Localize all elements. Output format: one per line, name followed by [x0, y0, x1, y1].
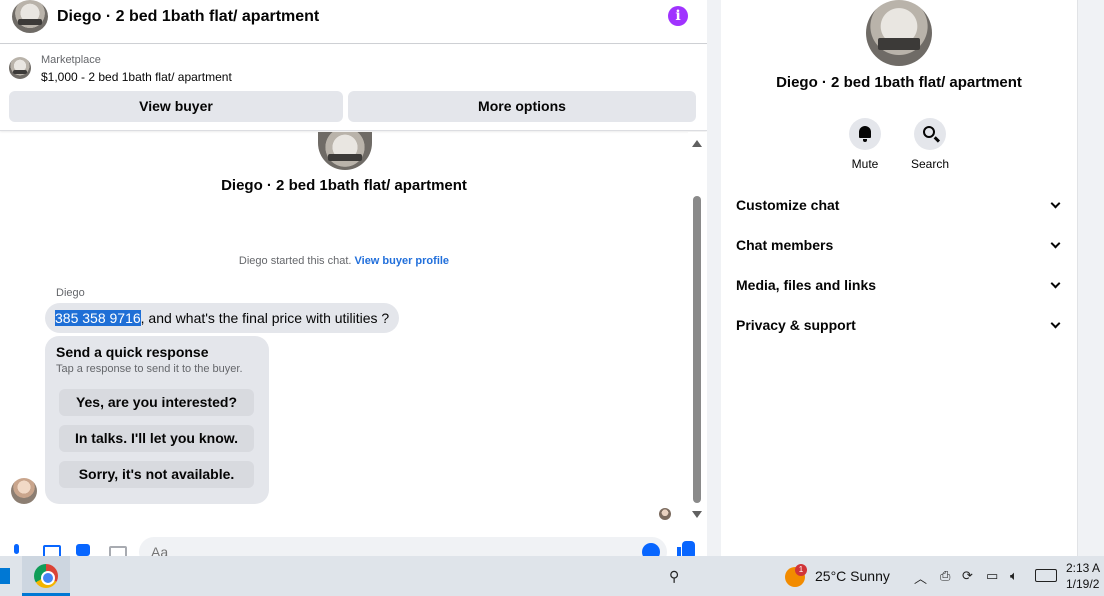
chat-started-text: Diego started this chat. — [238, 255, 352, 267]
meet-now-icon[interactable]: ⎙ — [940, 568, 950, 584]
network-icon[interactable]: ▭ — [986, 568, 998, 584]
quick-response-yes-button[interactable]: Yes, are you interested? — [59, 389, 254, 416]
marketplace-listing[interactable]: $1,000 - 2 bed 1bath flat/ apartment — [41, 70, 232, 84]
highlighted-phone-number[interactable]: 385 358 9716 — [55, 310, 141, 326]
message-text: , and what's the final price with utilit… — [140, 310, 390, 326]
chat-started-notice: Diego started this chat. View buyer prof… — [0, 255, 688, 267]
customize-chat-row[interactable]: Customize chat — [736, 197, 1063, 217]
emoji-icon[interactable] — [642, 543, 660, 556]
seen-indicator-avatar — [659, 508, 671, 520]
customize-chat-label: Customize chat — [736, 197, 840, 213]
volume-icon[interactable]: 🔈︎ — [1010, 568, 1018, 584]
chat-members-label: Chat members — [736, 237, 834, 253]
buyer-avatar[interactable] — [11, 478, 37, 504]
view-buyer-button[interactable]: View buyer — [9, 91, 343, 122]
search-circle[interactable] — [914, 118, 946, 150]
message-thread: Diego · 2 bed 1bath flat/ apartment Dieg… — [0, 132, 688, 520]
scrollbar-thumb[interactable] — [693, 196, 701, 503]
marketplace-bar: Marketplace $1,000 - 2 bed 1bath flat/ a… — [0, 45, 707, 131]
mute-label: Mute — [851, 157, 879, 171]
quick-response-in-talks-button[interactable]: In talks. I'll let you know. — [59, 425, 254, 452]
chat-details-pane: Diego · 2 bed 1bath flat/ apartment Mute… — [721, 0, 1077, 556]
chevron-down-icon — [1050, 198, 1061, 209]
chat-header: Diego · 2 bed 1bath flat/ apartment i — [0, 0, 707, 44]
gif-icon[interactable] — [108, 542, 127, 556]
mute-circle[interactable] — [849, 118, 881, 150]
windows-start-icon[interactable] — [0, 568, 10, 584]
chevron-down-icon — [1050, 318, 1061, 329]
scroll-down-arrow-icon[interactable] — [692, 511, 702, 518]
clock-date: 1/19/2 — [1066, 577, 1100, 591]
thread-avatar — [318, 132, 372, 170]
details-title: Diego · 2 bed 1bath flat/ apartment — [776, 74, 1022, 91]
search-label: Search — [910, 157, 950, 171]
info-icon[interactable]: i — [668, 6, 688, 26]
thumbs-up-icon[interactable] — [677, 541, 695, 556]
message-composer — [0, 534, 707, 556]
thread-title: Diego · 2 bed 1bath flat/ apartment — [221, 177, 467, 194]
quick-response-not-available-button[interactable]: Sorry, it's not available. — [59, 461, 254, 488]
keyboard-icon[interactable] — [1035, 569, 1057, 582]
scroll-up-arrow-icon[interactable] — [692, 140, 702, 147]
photo-icon[interactable] — [42, 542, 61, 556]
taskbar-chrome-button[interactable] — [22, 556, 70, 596]
mute-button[interactable]: Mute — [835, 118, 895, 171]
clock-time: 2:13 A — [1066, 561, 1101, 575]
more-options-button[interactable]: More options — [348, 91, 696, 122]
sender-name: Diego — [56, 287, 85, 299]
tray-overflow-chevron-icon[interactable]: ︿ — [914, 568, 927, 587]
media-files-links-label: Media, files and links — [736, 277, 877, 293]
screen: Diego · 2 bed 1bath flat/ apartment i Ma… — [0, 0, 1104, 596]
quick-response-title: Send a quick response — [56, 344, 209, 360]
media-files-links-row[interactable]: Media, files and links — [736, 277, 1063, 297]
update-icon[interactable]: ⟳ — [962, 568, 973, 584]
chrome-icon — [34, 564, 58, 588]
listing-avatar[interactable] — [12, 0, 48, 33]
chat-members-row[interactable]: Chat members — [736, 237, 1063, 257]
people-icon[interactable]: ⚲ — [669, 568, 679, 585]
weather-alert-badge: 1 — [795, 564, 807, 576]
quick-response-card: Send a quick response Tap a response to … — [45, 336, 269, 504]
chat-title[interactable]: Diego · 2 bed 1bath flat/ apartment — [57, 8, 319, 26]
chat-pane: Diego · 2 bed 1bath flat/ apartment i Ma… — [0, 0, 707, 556]
system-clock[interactable]: 2:13 A 1/19/2 — [1066, 560, 1104, 592]
sticker-icon[interactable] — [75, 542, 91, 556]
search-icon — [923, 126, 935, 138]
chevron-down-icon — [1050, 278, 1061, 289]
microphone-icon[interactable] — [9, 542, 25, 556]
message-bubble[interactable]: 385 358 9716, and what's the final price… — [45, 303, 400, 333]
marketplace-listing-thumbnail — [9, 57, 31, 79]
privacy-support-label: Privacy & support — [736, 317, 856, 333]
taskbar: ⚲ 1 25°C Sunny ︿ ⎙ ⟳ ▭ 🔈︎ 2:13 A 1/19/2 — [0, 556, 1104, 596]
privacy-support-row[interactable]: Privacy & support — [736, 317, 1063, 337]
message-input[interactable] — [139, 537, 667, 556]
details-avatar — [866, 0, 932, 66]
chevron-down-icon — [1050, 238, 1061, 249]
scrollbar[interactable] — [688, 132, 707, 522]
search-button[interactable]: Search — [900, 118, 960, 171]
quick-response-subtitle: Tap a response to send it to the buyer. — [56, 363, 243, 375]
bell-icon — [859, 126, 871, 142]
page-right-gutter — [1077, 0, 1104, 556]
marketplace-label: Marketplace — [41, 54, 101, 66]
weather-text[interactable]: 25°C Sunny — [815, 568, 890, 584]
view-buyer-profile-link[interactable]: View buyer profile — [355, 255, 450, 267]
